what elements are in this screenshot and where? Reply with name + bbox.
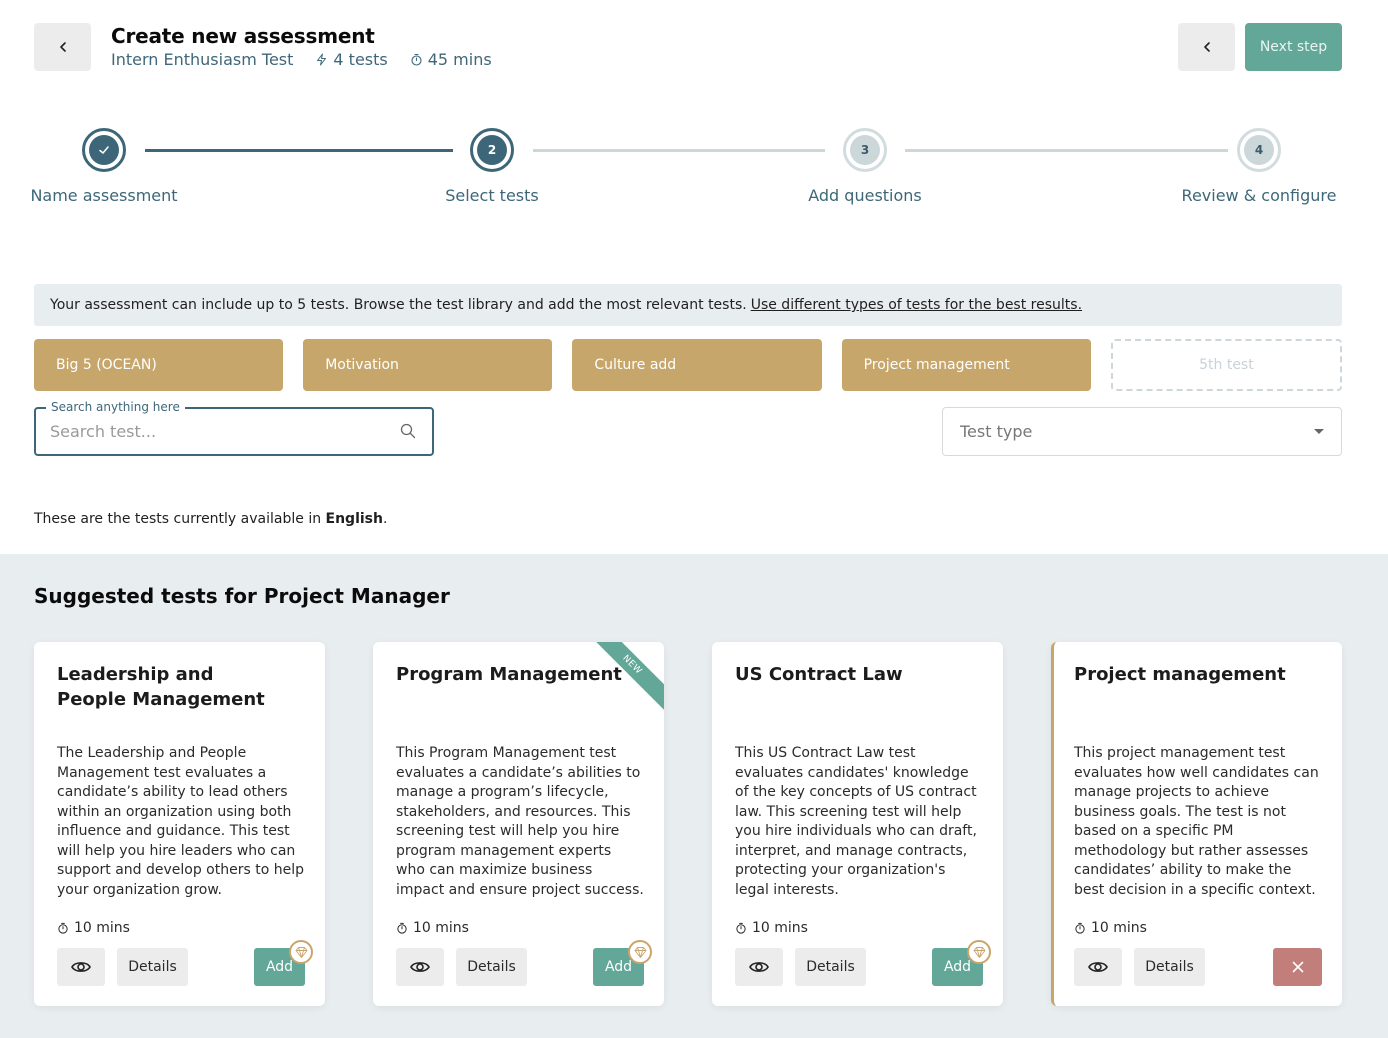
details-button[interactable]: Details <box>117 948 188 986</box>
eye-icon <box>410 962 430 972</box>
step-label: Add questions <box>808 186 922 205</box>
test-slot-5-empty[interactable]: 5th test <box>1110 339 1343 391</box>
bolt-icon <box>317 53 327 66</box>
step-label: Name assessment <box>30 186 178 205</box>
test-card-duration: 10 mins <box>396 920 469 936</box>
step-connector-1 <box>145 149 453 152</box>
step-name-assessment[interactable]: Name assessment <box>30 128 178 205</box>
test-card-actions: Details Add <box>57 940 313 986</box>
details-button[interactable]: Details <box>1134 948 1205 986</box>
info-text: Your assessment can include up to 5 test… <box>50 297 747 313</box>
test-card: NEW Program Management This Program Mana… <box>373 642 664 1006</box>
preview-button[interactable] <box>57 948 105 986</box>
total-duration: 45 mins <box>410 50 492 69</box>
details-button[interactable]: Details <box>795 948 866 986</box>
previous-step-button[interactable] <box>1178 23 1235 71</box>
test-card-title: Program Management <box>396 664 622 685</box>
close-icon <box>1292 961 1303 973</box>
assessment-name: Intern Enthusiasm Test <box>111 50 294 69</box>
details-button[interactable]: Details <box>456 948 527 986</box>
test-card-duration: 10 mins <box>57 920 130 936</box>
test-card-title: US Contract Law <box>735 664 903 685</box>
add-button[interactable]: Add <box>593 940 652 986</box>
header-actions: Next step <box>1178 23 1342 71</box>
test-slot-3[interactable]: Culture add <box>572 339 822 391</box>
step-circle: 4 <box>1237 128 1281 172</box>
search-input[interactable] <box>50 409 380 454</box>
language-name: English <box>325 511 383 527</box>
test-card-actions: Details <box>1074 948 1322 986</box>
test-type-placeholder: Test type <box>960 422 1033 441</box>
preview-button[interactable] <box>396 948 444 986</box>
stopwatch-icon <box>58 922 68 934</box>
add-button[interactable]: Add <box>932 940 991 986</box>
step-circle: 2 <box>470 128 514 172</box>
eye-icon <box>71 962 91 972</box>
preview-button[interactable] <box>735 948 783 986</box>
step-circle <box>82 128 126 172</box>
step-label: Review & configure <box>1181 186 1337 205</box>
test-cards: Leadership and People Management The Lea… <box>34 642 1342 1006</box>
preview-button[interactable] <box>1074 948 1122 986</box>
title-block: Create new assessment Intern Enthusiasm … <box>111 23 492 69</box>
diamond-icon <box>295 946 307 958</box>
stopwatch-icon <box>1075 922 1085 934</box>
suggested-tests-section: Suggested tests for Project Manager Lead… <box>0 554 1388 1038</box>
step-connector-2 <box>533 149 825 152</box>
step-add-questions[interactable]: 3 Add questions <box>785 128 945 205</box>
test-type-select[interactable]: Test type <box>942 407 1342 456</box>
step-circle: 3 <box>843 128 887 172</box>
stopwatch-icon <box>736 922 746 934</box>
info-banner: Your assessment can include up to 5 test… <box>34 284 1342 326</box>
selected-test-slots: Big 5 (OCEAN) Motivation Culture add Pro… <box>34 339 1343 391</box>
assessment-meta: Intern Enthusiasm Test 4 tests 45 mins <box>111 50 492 69</box>
step-select-tests[interactable]: 2 Select tests <box>422 128 562 205</box>
back-button[interactable] <box>34 23 91 71</box>
diamond-icon <box>634 946 646 958</box>
test-card-title: Project management <box>1074 664 1286 685</box>
progress-stepper: Name assessment 2 Select tests 3 Add que… <box>30 128 1344 218</box>
diamond-icon <box>973 946 985 958</box>
test-slot-2[interactable]: Motivation <box>303 339 553 391</box>
test-card-title: Leadership and People Management <box>57 664 265 710</box>
test-card-duration: 10 mins <box>735 920 808 936</box>
test-card-description: This project management test evaluates h… <box>1074 745 1319 898</box>
page-header: Create new assessment Intern Enthusiasm … <box>34 23 1342 71</box>
remove-button[interactable] <box>1273 948 1322 986</box>
premium-badge <box>289 940 313 964</box>
search-field: Search anything here <box>34 400 434 456</box>
search-icon[interactable] <box>400 423 416 439</box>
premium-badge <box>967 940 991 964</box>
test-card-description: This Program Management test evaluates a… <box>396 745 644 898</box>
next-step-button[interactable]: Next step <box>1245 23 1342 71</box>
stopwatch-icon <box>397 922 407 934</box>
test-card: Leadership and People Management The Lea… <box>34 642 325 1006</box>
page-title: Create new assessment <box>111 24 375 48</box>
test-types-link[interactable]: Use different types of tests for the bes… <box>751 297 1082 313</box>
tests-count: 4 tests <box>315 50 388 69</box>
eye-icon <box>749 962 769 972</box>
step-label: Select tests <box>445 186 539 205</box>
language-note: These are the tests currently available … <box>34 511 388 527</box>
stopwatch-icon <box>411 53 422 66</box>
chevron-left-icon <box>59 42 66 52</box>
eye-icon <box>1088 962 1108 972</box>
test-card-actions: Details Add <box>396 940 652 986</box>
premium-badge <box>628 940 652 964</box>
dropdown-caret-icon <box>1314 429 1324 434</box>
test-slot-1[interactable]: Big 5 (OCEAN) <box>34 339 284 391</box>
test-card-description: This US Contract Law test evaluates cand… <box>735 745 977 898</box>
check-icon <box>99 146 109 154</box>
section-title: Suggested tests for Project Manager <box>34 584 450 608</box>
add-button[interactable]: Add <box>254 940 313 986</box>
test-card-selected: Project management This project manageme… <box>1051 642 1342 1006</box>
test-card: US Contract Law This US Contract Law tes… <box>712 642 1003 1006</box>
step-review-configure[interactable]: 4 Review & configure <box>1174 128 1344 205</box>
test-card-description: The Leadership and People Management tes… <box>57 745 304 898</box>
chevron-left-icon <box>1203 42 1210 52</box>
test-card-duration: 10 mins <box>1074 920 1147 936</box>
test-slot-4[interactable]: Project management <box>841 339 1091 391</box>
test-card-actions: Details Add <box>735 940 991 986</box>
